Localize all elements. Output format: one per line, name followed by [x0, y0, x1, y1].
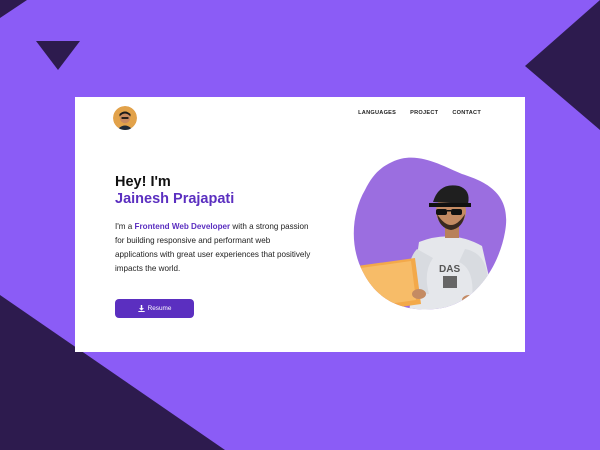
nav-languages[interactable]: LANGUAGES — [358, 110, 396, 116]
floating-triangle — [36, 41, 80, 70]
top-right-diamond — [525, 0, 600, 130]
resume-label: Resume — [147, 305, 172, 312]
developer-name: Jainesh Prajapati — [115, 191, 235, 207]
download-icon — [137, 305, 145, 312]
main-nav: LANGUAGES PROJECT CONTACT — [358, 110, 481, 116]
nav-project[interactable]: PROJECT — [410, 110, 438, 116]
hero-description: I'm a Frontend Web Developer with a stro… — [115, 220, 315, 276]
resume-button[interactable]: Resume — [115, 299, 194, 318]
logo-avatar[interactable] — [113, 106, 137, 130]
nav-contact[interactable]: CONTACT — [452, 110, 481, 116]
role-highlight: Frontend Web Developer — [134, 222, 231, 231]
top-left-corner-triangle — [0, 0, 27, 18]
portfolio-card: LANGUAGES PROJECT CONTACT Hey! I'm Jaine… — [75, 97, 525, 352]
greeting: Hey! I'm — [115, 174, 171, 190]
description-prefix: I'm a — [115, 222, 135, 231]
hero-text: Hey! I'm Jainesh Prajapati I'm a Fronten… — [115, 174, 315, 276]
developer-photo: DAS — [353, 157, 507, 310]
svg-text:DAS: DAS — [439, 264, 460, 275]
portrait-blob: DAS — [347, 154, 512, 312]
